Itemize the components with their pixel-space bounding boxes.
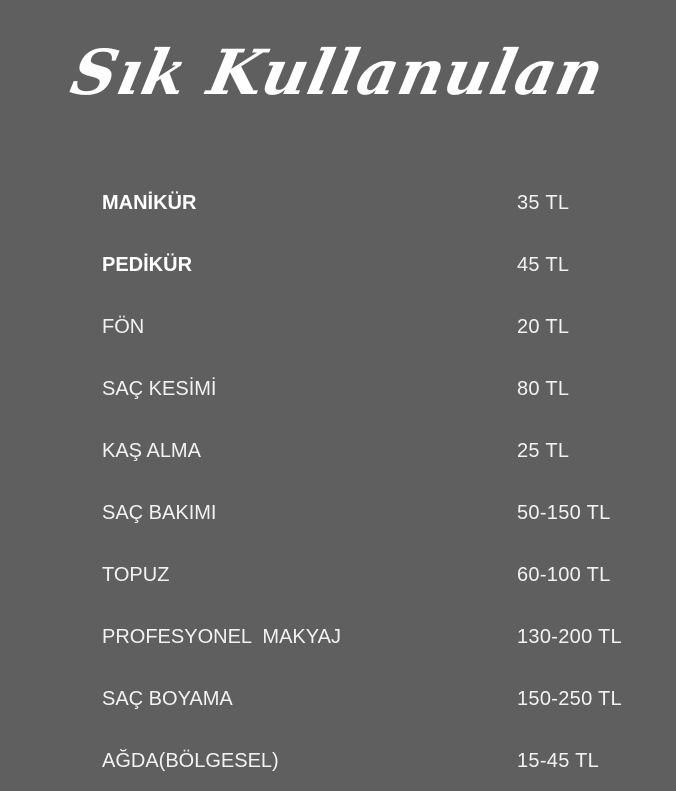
service-name: FÖN	[102, 316, 145, 338]
list-item: FÖN 20 TL	[0, 307, 676, 347]
list-item: PROFESYONEL MAKYAJ 130-200 TL	[0, 617, 676, 657]
list-item: SAÇ BOYAMA 150-250 TL	[0, 679, 676, 719]
list-item: SAÇ BAKIMI 50-150 TL	[0, 493, 676, 533]
service-price: 25 TL	[517, 440, 570, 462]
service-price: 80 TL	[517, 378, 570, 400]
service-name: PEDİKÜR	[102, 254, 193, 276]
price-list: MANİKÜR 35 TL PEDİKÜR 45 TL FÖN 20 TL SA…	[0, 0, 676, 791]
service-name: PROFESYONEL MAKYAJ	[102, 626, 341, 648]
service-name: MANİKÜR	[102, 192, 197, 214]
service-price: 50-150 TL	[517, 502, 611, 524]
service-price: 60-100 TL	[517, 564, 611, 586]
service-name: TOPUZ	[102, 564, 170, 586]
list-item: SAÇ KESİMİ 80 TL	[0, 369, 676, 409]
service-name: KAŞ ALMA	[102, 440, 201, 462]
list-item: PEDİKÜR 45 TL	[0, 245, 676, 285]
service-price: 150-250 TL	[517, 688, 622, 710]
service-price: 130-200 TL	[517, 626, 622, 648]
service-name: SAÇ KESİMİ	[102, 378, 217, 400]
service-name: SAÇ BAKIMI	[102, 502, 217, 524]
list-item: TOPUZ 60-100 TL	[0, 555, 676, 595]
list-item: MANİKÜR 35 TL	[0, 183, 676, 223]
service-price: 35 TL	[517, 192, 570, 214]
list-item: KAŞ ALMA 25 TL	[0, 431, 676, 471]
service-price: 45 TL	[517, 254, 570, 276]
list-item: AĞDA(BÖLGESEL) 15-45 TL	[0, 741, 676, 781]
service-price: 15-45 TL	[517, 750, 600, 772]
service-price: 20 TL	[517, 316, 570, 338]
price-list-page: Sık Kullanulan MANİKÜR 35 TL PEDİKÜR 45 …	[0, 0, 676, 791]
service-name: AĞDA(BÖLGESEL)	[102, 750, 279, 772]
service-name: SAÇ BOYAMA	[102, 688, 233, 710]
